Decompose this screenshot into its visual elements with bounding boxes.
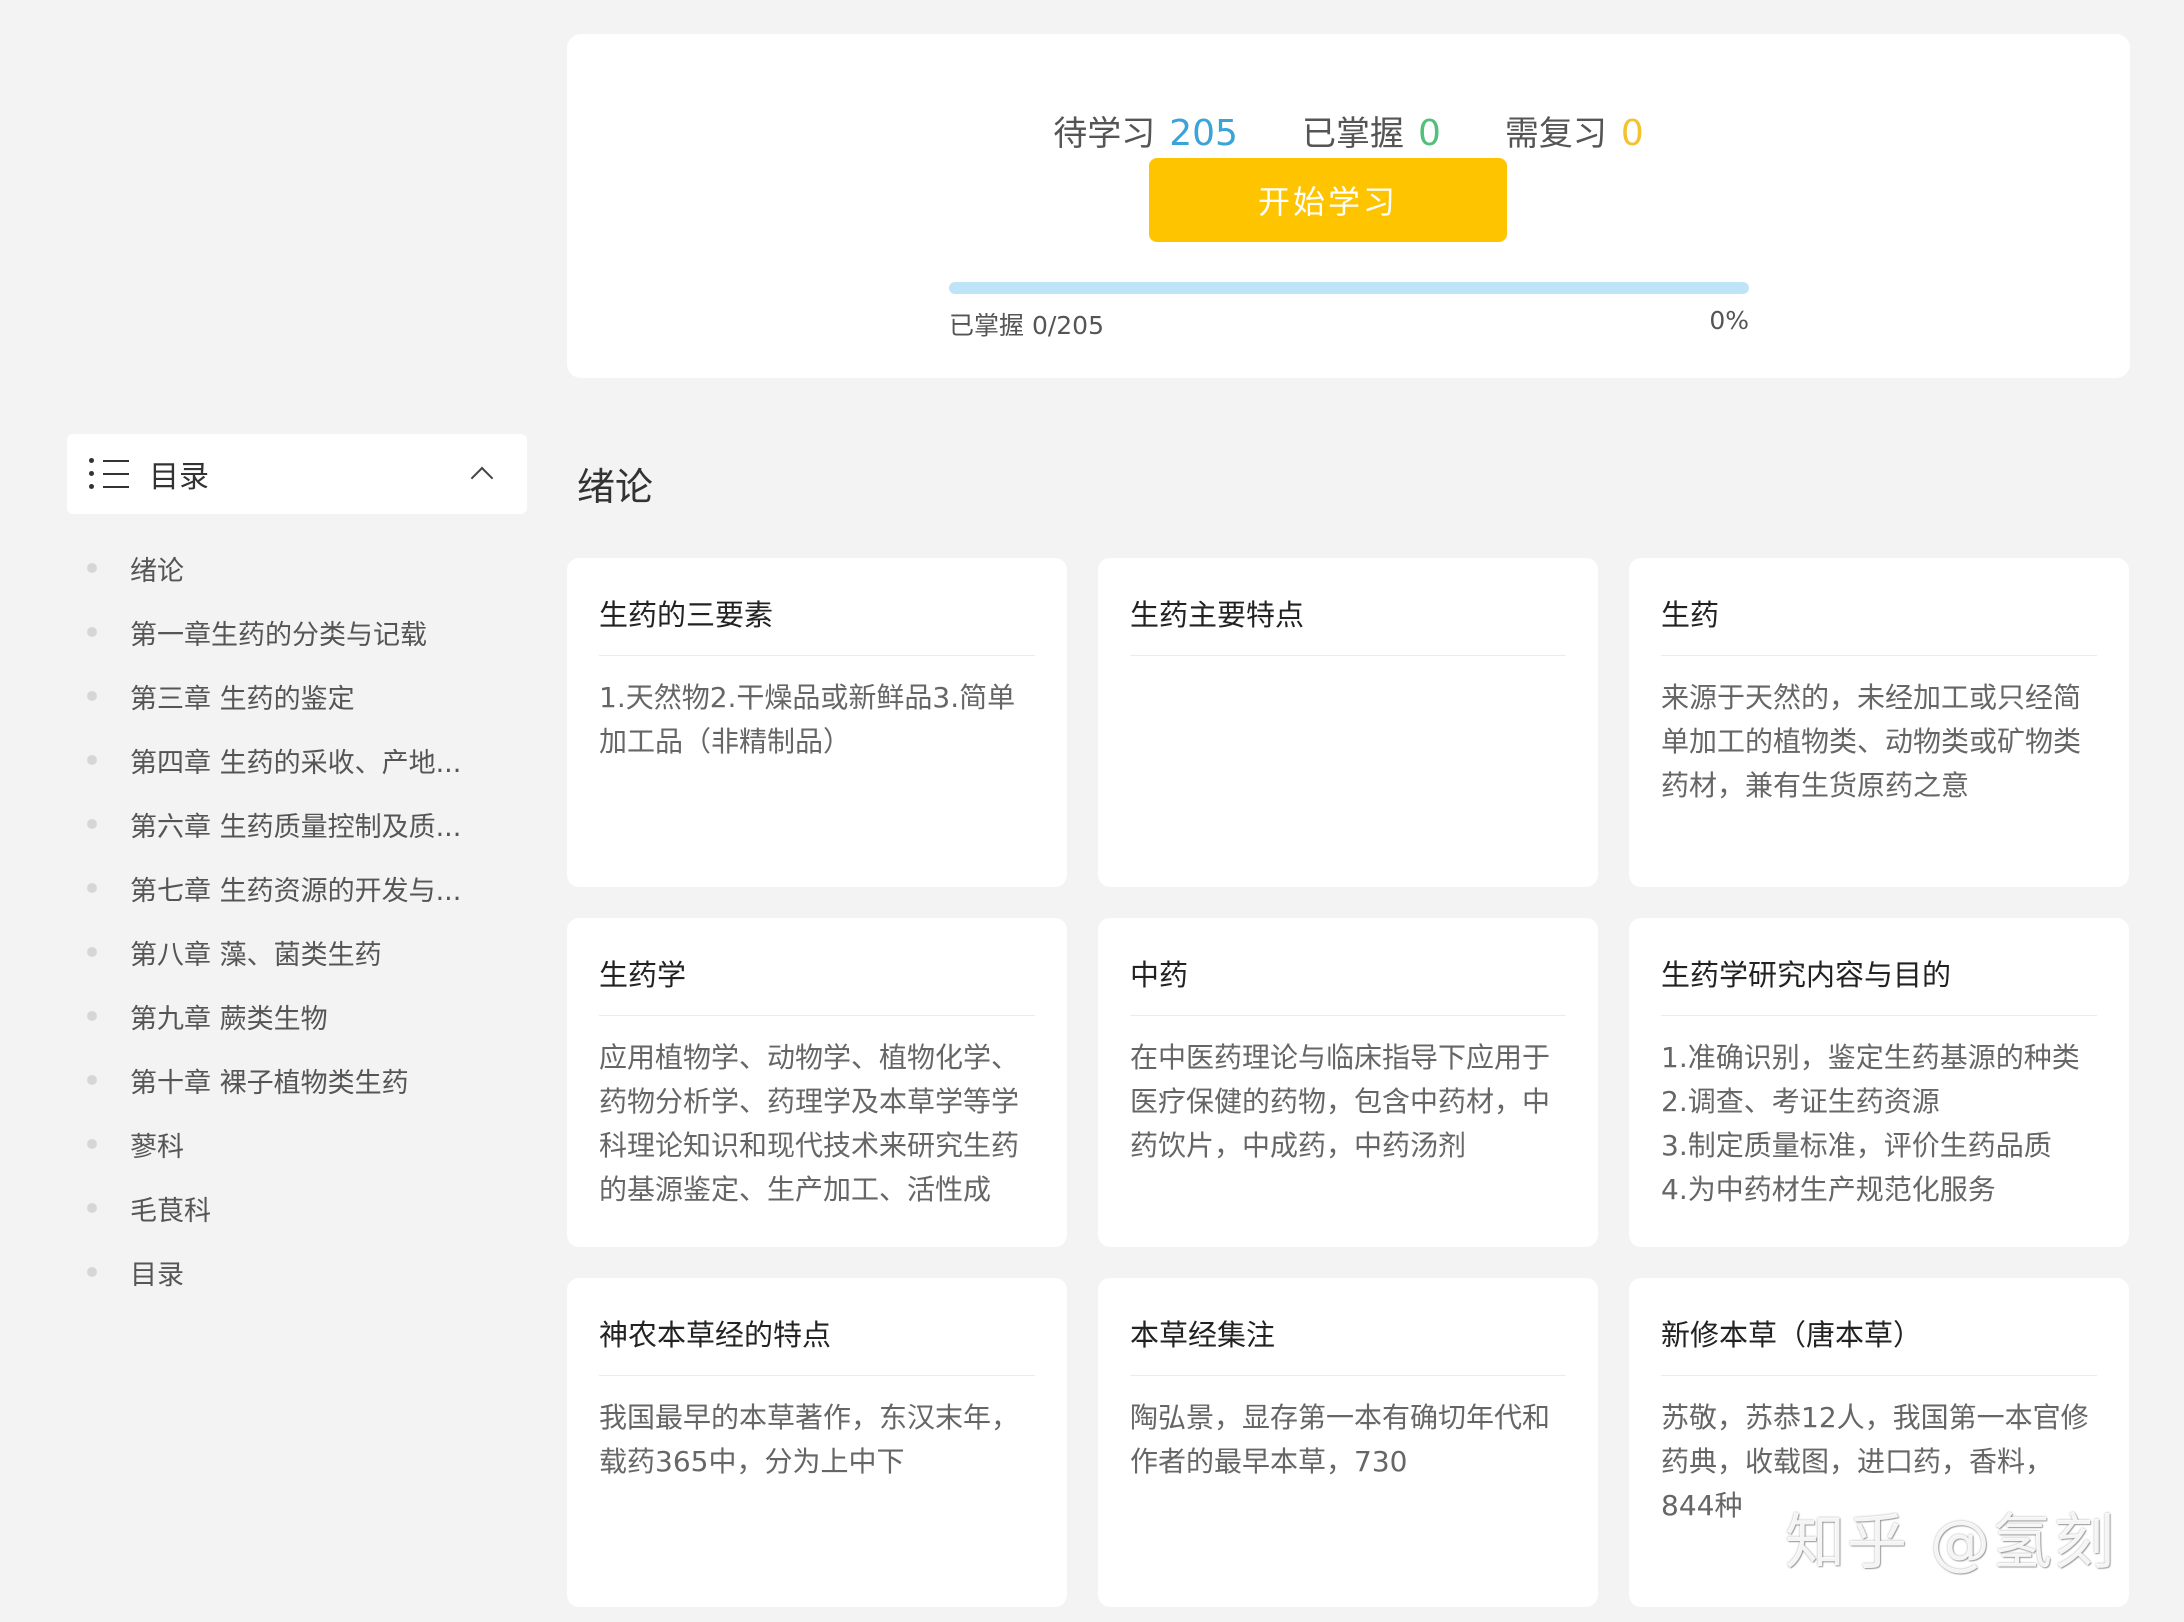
toc-item[interactable]: 第四章 生药的采收、产地... bbox=[67, 728, 527, 792]
bullet-icon bbox=[87, 1075, 97, 1085]
pending-count: 205 bbox=[1169, 113, 1238, 154]
pending-label: 待学习 bbox=[1053, 114, 1156, 154]
toc-item-label: 毛茛科 bbox=[130, 1195, 211, 1227]
progress-percent-label: 0% bbox=[1709, 306, 1749, 335]
flashcard-body: 1.准确识别，鉴定生药基源的种类 2.调查、考证生药资源 3.制定质量标准，评价… bbox=[1661, 1041, 2080, 1206]
flashcard-title: 生药 bbox=[1661, 558, 2097, 656]
toc-item-label: 第三章 生药的鉴定 bbox=[130, 683, 355, 715]
stats-row: 待学习 205 已掌握 0 需复习 0 bbox=[567, 106, 2130, 155]
flashcard-grid: 生药的三要素 1.天然物2.干燥品或新鲜品3.简单 加工品（非精制品） 生药主要… bbox=[567, 558, 2130, 1607]
flashcard-title: 神农本草经的特点 bbox=[599, 1278, 1035, 1376]
progress-count-label: 已掌握 0/205 bbox=[949, 311, 1104, 340]
toc-item-label: 第七章 生药资源的开发与... bbox=[130, 875, 462, 907]
toc-item[interactable]: 第七章 生药资源的开发与... bbox=[67, 856, 527, 920]
review-stat: 需复习 0 bbox=[1505, 106, 1644, 155]
flashcard-title: 新修本草（唐本草） bbox=[1661, 1278, 2097, 1376]
flashcard[interactable]: 生药的三要素 1.天然物2.干燥品或新鲜品3.简单 加工品（非精制品） bbox=[567, 558, 1067, 887]
flashcard-title: 本草经集注 bbox=[1130, 1278, 1566, 1376]
toc-item[interactable]: 第八章 藻、菌类生药 bbox=[67, 920, 527, 984]
section-title: 绪论 bbox=[577, 465, 654, 509]
flashcard-body: 来源于天然的，未经加工或只经简 单加工的植物类、动物类或矿物类 药材，兼有生货原… bbox=[1661, 681, 2082, 802]
flashcard-title: 中药 bbox=[1130, 918, 1566, 1016]
bullet-icon bbox=[87, 883, 97, 893]
toc-item-label: 第九章 蕨类生物 bbox=[130, 1003, 328, 1035]
bullet-icon bbox=[87, 755, 97, 765]
toc-header[interactable]: 目录 bbox=[67, 434, 527, 514]
flashcard-title: 生药主要特点 bbox=[1130, 558, 1566, 656]
bullet-icon bbox=[87, 691, 97, 701]
toc-item-label: 绪论 bbox=[130, 555, 184, 587]
bullet-icon bbox=[87, 627, 97, 637]
study-stats-panel: 待学习 205 已掌握 0 需复习 0 开始学习 已掌握 0/205 0% bbox=[567, 34, 2130, 378]
toc-item[interactable]: 蓼科 bbox=[67, 1112, 527, 1176]
flashcard-body: 1.天然物2.干燥品或新鲜品3.简单 加工品（非精制品） bbox=[599, 681, 1016, 758]
flashcard[interactable]: 生药学 应用植物学、动物学、植物化学、 药物分析学、药理学及本草学等学 科理论知… bbox=[567, 918, 1067, 1247]
toc-item[interactable]: 绪论 bbox=[67, 536, 527, 600]
flashcard[interactable]: 神农本草经的特点 我国最早的本草著作，东汉末年， 载药365中，分为上中下 bbox=[567, 1278, 1067, 1607]
toc-title: 目录 bbox=[149, 460, 209, 495]
start-learning-button[interactable]: 开始学习 bbox=[1149, 158, 1507, 242]
bullet-icon bbox=[87, 947, 97, 957]
toc-list: 绪论 第一章生药的分类与记载 第三章 生药的鉴定 第四章 生药的采收、产地...… bbox=[67, 536, 527, 1304]
toc-item[interactable]: 目录 bbox=[67, 1240, 527, 1304]
flashcard-title: 生药的三要素 bbox=[599, 558, 1035, 656]
review-count: 0 bbox=[1620, 113, 1644, 154]
flashcard[interactable]: 生药主要特点 bbox=[1098, 558, 1598, 887]
bullet-icon bbox=[87, 1203, 97, 1213]
flashcard-body: 在中医药理论与临床指导下应用于 医疗保健的药物，包含中药材，中 药饮片，中成药，… bbox=[1130, 1041, 1551, 1162]
toc-item[interactable]: 第三章 生药的鉴定 bbox=[67, 664, 527, 728]
toc-item-label: 蓼科 bbox=[130, 1131, 184, 1163]
flashcard[interactable]: 生药 来源于天然的，未经加工或只经简 单加工的植物类、动物类或矿物类 药材，兼有… bbox=[1629, 558, 2129, 887]
toc-item[interactable]: 第十章 裸子植物类生药 bbox=[67, 1048, 527, 1112]
flashcard[interactable]: 中药 在中医药理论与临床指导下应用于 医疗保健的药物，包含中药材，中 药饮片，中… bbox=[1098, 918, 1598, 1247]
toc-item[interactable]: 第一章生药的分类与记载 bbox=[67, 600, 527, 664]
mastered-count: 0 bbox=[1417, 113, 1441, 154]
toc-item[interactable]: 毛茛科 bbox=[67, 1176, 527, 1240]
toc-item-label: 第四章 生药的采收、产地... bbox=[130, 747, 462, 779]
toc-item-label: 第一章生药的分类与记载 bbox=[130, 619, 427, 651]
flashcard-title: 生药学研究内容与目的 bbox=[1661, 918, 2097, 1016]
bullet-icon bbox=[87, 819, 97, 829]
toc-item-label: 目录 bbox=[130, 1259, 184, 1291]
mastered-label: 已掌握 bbox=[1301, 114, 1404, 154]
review-label: 需复习 bbox=[1504, 114, 1607, 154]
flashcard-title: 生药学 bbox=[599, 918, 1035, 1016]
flashcard-body: 应用植物学、动物学、植物化学、 药物分析学、药理学及本草学等学 科理论知识和现代… bbox=[599, 1041, 1020, 1206]
flashcard[interactable]: 生药学研究内容与目的 1.准确识别，鉴定生药基源的种类 2.调查、考证生药资源 … bbox=[1629, 918, 2129, 1247]
toc-item-label: 第十章 裸子植物类生药 bbox=[130, 1067, 409, 1099]
toc-item-label: 第八章 藻、菌类生药 bbox=[130, 939, 382, 971]
bullet-icon bbox=[87, 1139, 97, 1149]
list-icon bbox=[89, 455, 131, 493]
mastery-progress-bar bbox=[949, 282, 1749, 294]
watermark: 知乎 @氢刻 bbox=[1785, 1508, 2117, 1578]
toc-item[interactable]: 第九章 蕨类生物 bbox=[67, 984, 527, 1048]
mastered-stat: 已掌握 0 bbox=[1302, 106, 1441, 155]
bullet-icon bbox=[87, 563, 97, 573]
flashcard[interactable]: 本草经集注 陶弘景，显存第一本有确切年代和 作者的最早本草，730 bbox=[1098, 1278, 1598, 1607]
chevron-up-icon[interactable] bbox=[471, 464, 491, 484]
bullet-icon bbox=[87, 1267, 97, 1277]
flashcard-body: 陶弘景，显存第一本有确切年代和 作者的最早本草，730 bbox=[1130, 1401, 1551, 1478]
bullet-icon bbox=[87, 1011, 97, 1021]
flashcard-body: 我国最早的本草著作，东汉末年， 载药365中，分为上中下 bbox=[599, 1401, 1020, 1478]
toc-item-label: 第六章 生药质量控制及质... bbox=[130, 811, 462, 843]
toc-item[interactable]: 第六章 生药质量控制及质... bbox=[67, 792, 527, 856]
pending-stat: 待学习 205 bbox=[1053, 106, 1238, 155]
